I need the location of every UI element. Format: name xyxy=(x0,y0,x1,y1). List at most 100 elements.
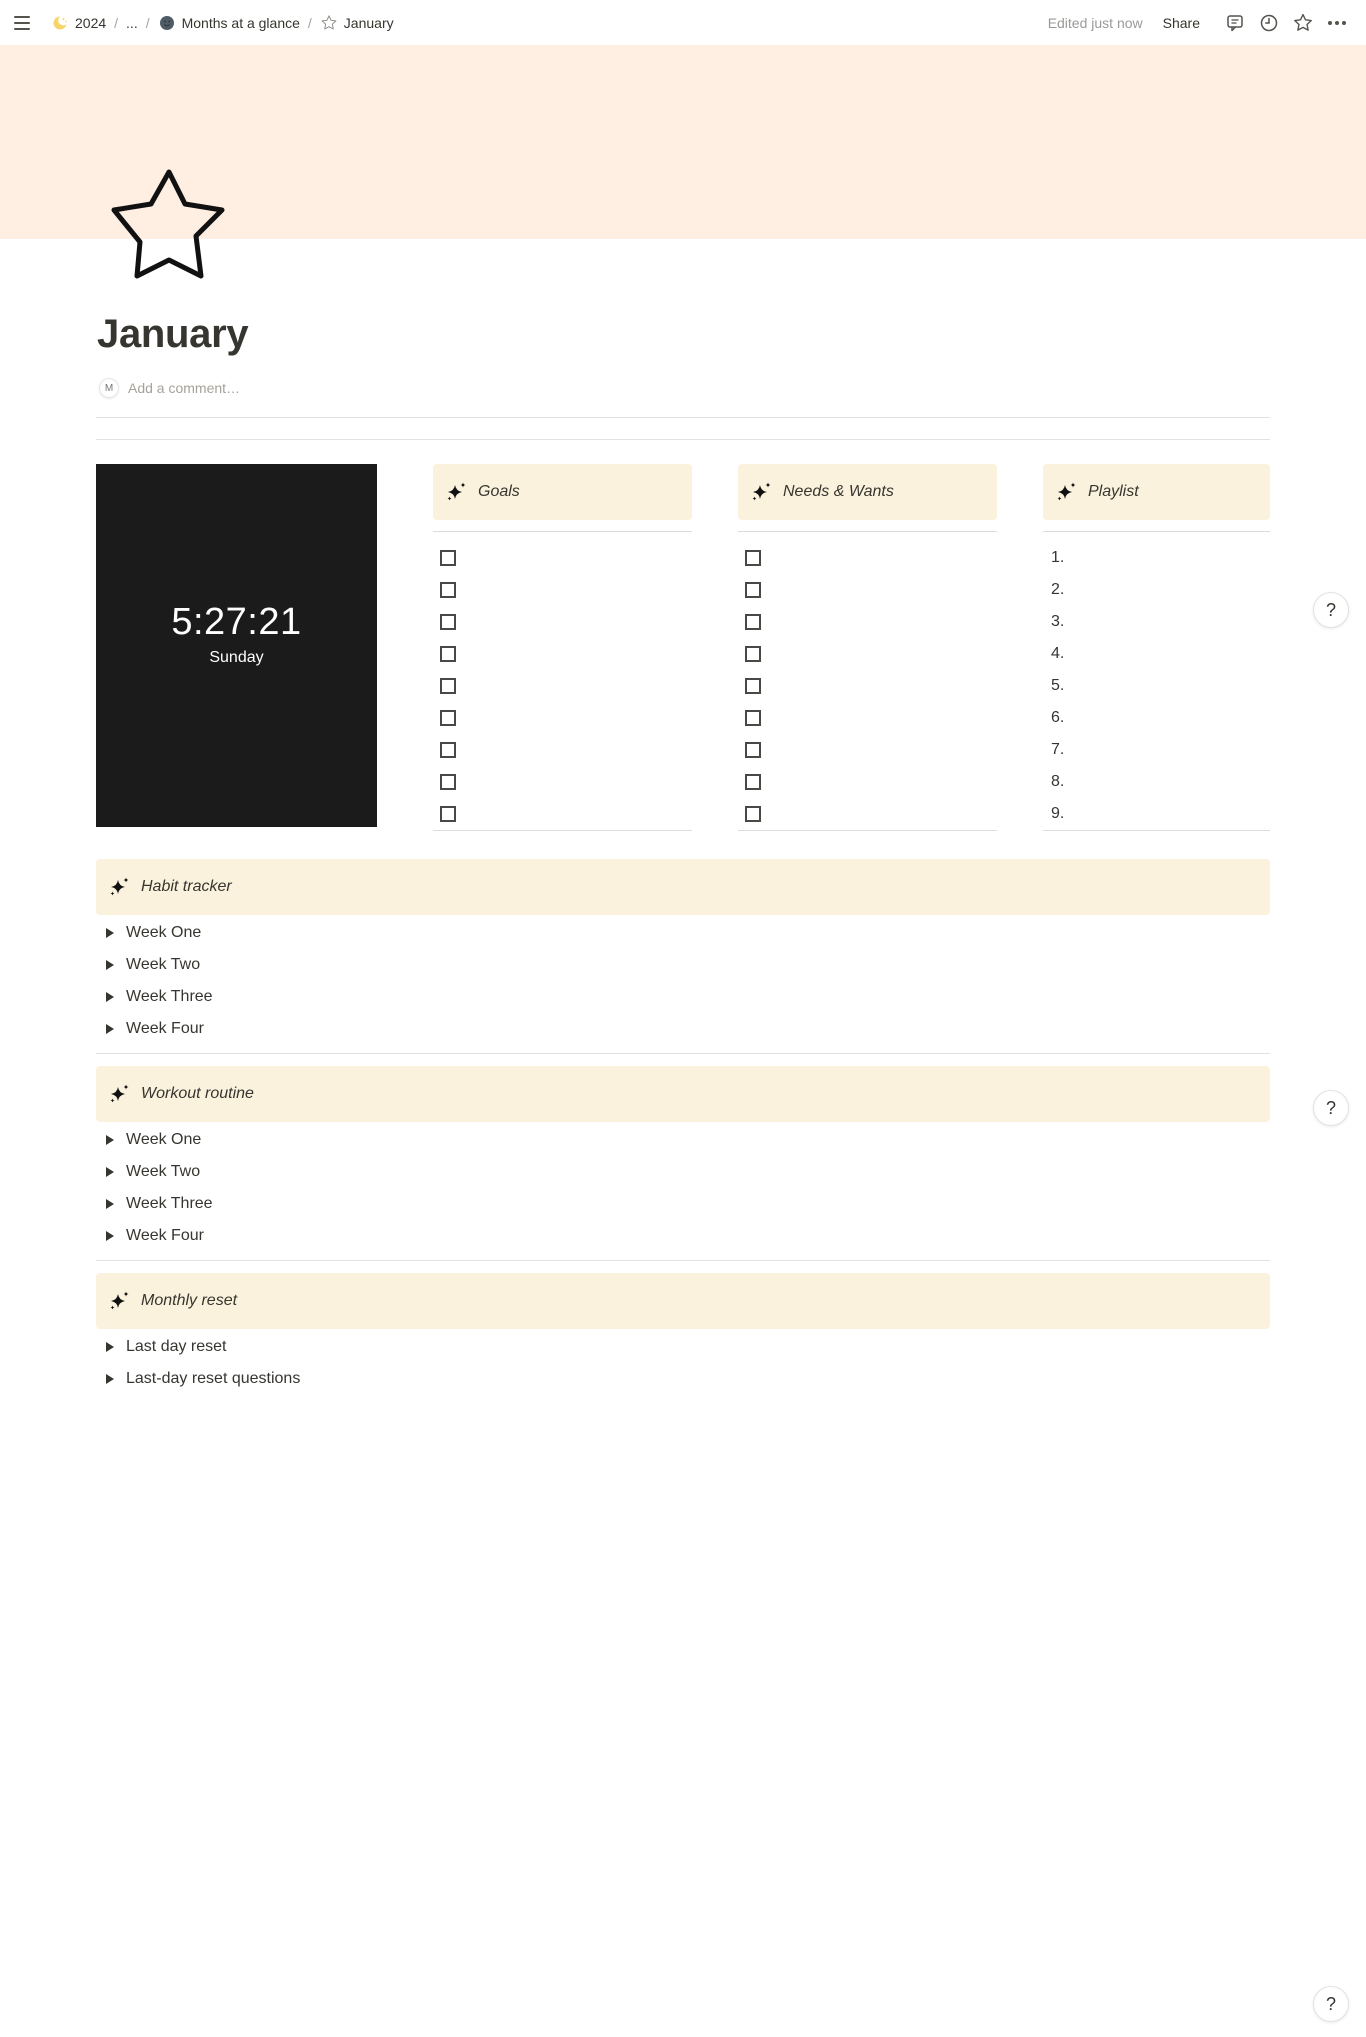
numbered-list-item[interactable]: 2. xyxy=(1043,574,1270,606)
checkbox[interactable] xyxy=(745,646,761,662)
help-button[interactable]: ? xyxy=(1313,1090,1349,1126)
checkbox[interactable] xyxy=(745,678,761,694)
checkbox[interactable] xyxy=(440,614,456,630)
checkbox[interactable] xyxy=(745,806,761,822)
checkbox[interactable] xyxy=(745,774,761,790)
playlist-callout: Playlist xyxy=(1043,464,1270,520)
checkbox[interactable] xyxy=(440,710,456,726)
todo-item xyxy=(433,542,692,574)
checkbox[interactable] xyxy=(440,550,456,566)
breadcrumb-separator: / xyxy=(114,14,119,31)
toggle-arrow-icon[interactable] xyxy=(106,1167,114,1177)
favorite-star-icon[interactable] xyxy=(1292,12,1314,34)
numbered-list-item[interactable]: 9. xyxy=(1043,798,1270,830)
comment-icon[interactable] xyxy=(1224,12,1246,34)
callout-title: Habit tracker xyxy=(141,878,232,895)
toggle-arrow-icon[interactable] xyxy=(106,1199,114,1209)
needs-wants-column: Needs & Wants xyxy=(738,464,997,831)
checkbox[interactable] xyxy=(745,710,761,726)
help-button[interactable]: ? xyxy=(1313,592,1349,628)
divider xyxy=(96,1053,1270,1054)
checkbox[interactable] xyxy=(440,582,456,598)
checkbox[interactable] xyxy=(440,742,456,758)
breadcrumb-label: 2024 xyxy=(75,14,107,31)
toggle-last-day-reset-questions[interactable]: Last-day reset questions xyxy=(96,1363,1270,1395)
checkbox[interactable] xyxy=(440,678,456,694)
todo-item xyxy=(433,702,692,734)
callout-title: Monthly reset xyxy=(141,1292,238,1309)
crescent-moon-stars-icon xyxy=(51,14,69,32)
breadcrumb-label: Months at a glance xyxy=(181,14,300,31)
numbered-list-item[interactable]: 1. xyxy=(1043,542,1270,574)
todo-item xyxy=(738,638,997,670)
hamburger-menu-icon[interactable] xyxy=(14,13,34,33)
numbered-list-item[interactable]: 7. xyxy=(1043,734,1270,766)
toggle-arrow-icon[interactable] xyxy=(106,1024,114,1034)
checkbox[interactable] xyxy=(745,550,761,566)
breadcrumb-item-january[interactable]: January xyxy=(317,12,397,34)
checkbox[interactable] xyxy=(440,774,456,790)
breadcrumb-label: January xyxy=(343,14,394,31)
toggle-week-two[interactable]: Week Two xyxy=(96,1156,1270,1188)
sparkle-icon xyxy=(751,481,773,503)
toggle-label: Week Two xyxy=(126,1163,201,1180)
playlist-column: Playlist 1. 2. 3. 4. 5. 6. 7. 8. 9. xyxy=(1043,464,1270,831)
todo-item xyxy=(433,606,692,638)
toggle-week-three[interactable]: Week Three xyxy=(96,1188,1270,1220)
breadcrumb-item-ellipsis[interactable]: ... xyxy=(123,13,141,33)
toggle-arrow-icon[interactable] xyxy=(106,960,114,970)
star-outline-icon[interactable] xyxy=(104,166,234,292)
toggle-week-three[interactable]: Week Three xyxy=(96,981,1270,1013)
toggle-week-one[interactable]: Week One xyxy=(96,917,1270,949)
toggle-arrow-icon[interactable] xyxy=(106,1342,114,1352)
toggle-week-two[interactable]: Week Two xyxy=(96,949,1270,981)
clock-history-icon[interactable] xyxy=(1258,12,1280,34)
todo-item xyxy=(738,734,997,766)
goals-checklist xyxy=(433,532,692,830)
more-dots-icon[interactable] xyxy=(1326,12,1348,34)
numbered-list-item[interactable]: 8. xyxy=(1043,766,1270,798)
toggle-week-one[interactable]: Week One xyxy=(96,1124,1270,1156)
top-bar: 2024 / ... / Months at a glance / Januar… xyxy=(0,0,1366,45)
add-comment-row[interactable]: M Add a comment… xyxy=(99,378,240,398)
todo-item xyxy=(738,702,997,734)
breadcrumb-item-months-at-a-glance[interactable]: Months at a glance xyxy=(155,12,303,34)
monthly-reset-section: Monthly reset Last day reset Last-day re… xyxy=(96,1273,1270,1395)
checkbox[interactable] xyxy=(745,614,761,630)
breadcrumb-separator: / xyxy=(307,14,312,31)
toggle-label: Last-day reset questions xyxy=(126,1370,301,1387)
checkbox[interactable] xyxy=(440,806,456,822)
toggle-arrow-icon[interactable] xyxy=(106,1231,114,1241)
toggle-arrow-icon[interactable] xyxy=(106,992,114,1002)
sparkle-icon xyxy=(109,876,131,898)
checkbox[interactable] xyxy=(440,646,456,662)
page-title[interactable]: January xyxy=(97,312,249,357)
toggle-arrow-icon[interactable] xyxy=(106,928,114,938)
toggle-week-four[interactable]: Week Four xyxy=(96,1013,1270,1045)
comment-input[interactable]: Add a comment… xyxy=(128,380,240,396)
help-button[interactable]: ? xyxy=(1313,1986,1349,2022)
checkbox[interactable] xyxy=(745,742,761,758)
numbered-list-item[interactable]: 4. xyxy=(1043,638,1270,670)
share-button[interactable]: Share xyxy=(1163,15,1200,31)
star-outline-icon xyxy=(320,14,338,32)
todo-item xyxy=(433,638,692,670)
numbered-list-item[interactable]: 3. xyxy=(1043,606,1270,638)
toggle-arrow-icon[interactable] xyxy=(106,1374,114,1384)
numbered-list-item[interactable]: 5. xyxy=(1043,670,1270,702)
todo-item xyxy=(433,574,692,606)
breadcrumb-item-2024[interactable]: 2024 xyxy=(48,12,109,34)
sparkle-icon xyxy=(1056,481,1078,503)
toggle-label: Week Four xyxy=(126,1227,204,1244)
checkbox[interactable] xyxy=(745,582,761,598)
workout-routine-callout: Workout routine xyxy=(96,1066,1270,1122)
callout-title: Playlist xyxy=(1088,483,1139,500)
edited-status: Edited just now xyxy=(1047,14,1143,31)
toggle-arrow-icon[interactable] xyxy=(106,1135,114,1145)
todo-item xyxy=(433,766,692,798)
toggle-label: Week Three xyxy=(126,988,213,1005)
toggle-last-day-reset[interactable]: Last day reset xyxy=(96,1331,1270,1363)
toggle-week-four[interactable]: Week Four xyxy=(96,1220,1270,1252)
workout-routine-section: Workout routine Week One Week Two Week T… xyxy=(96,1066,1270,1252)
numbered-list-item[interactable]: 6. xyxy=(1043,702,1270,734)
